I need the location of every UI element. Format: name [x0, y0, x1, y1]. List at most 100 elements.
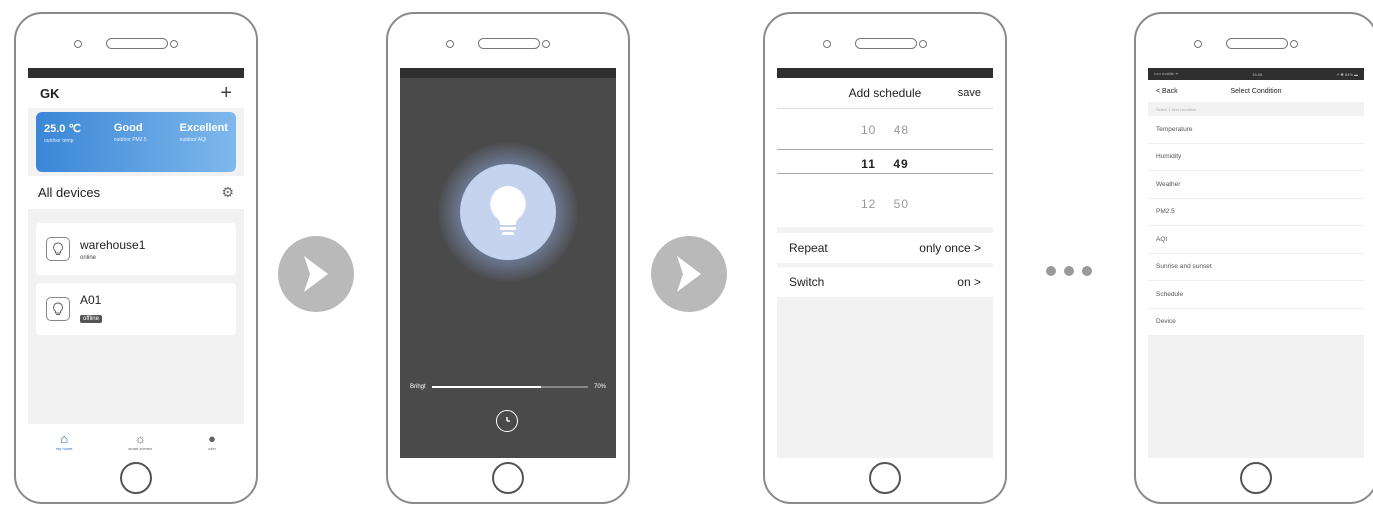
bulb-icon [46, 297, 70, 321]
repeat-value: only once > [919, 241, 981, 255]
status-right: ↗ ✱ 84% ▬ [1335, 71, 1358, 77]
condition-header: Select Condition < Back [1148, 80, 1364, 102]
status-bar: ••••• mobile ᯤ 16:06 ↗ ✱ 84% ▬ [1148, 68, 1364, 80]
brightness-slider-fill [431, 386, 542, 388]
condition-item-humidity[interactable]: Humidity [1148, 143, 1364, 171]
device-card-warehouse1[interactable]: warehouse1 online [36, 223, 236, 275]
picker-hour: 10 [860, 123, 877, 137]
camera [446, 40, 454, 48]
camera [74, 40, 82, 48]
picker-hour: 12 [860, 197, 877, 211]
speaker [106, 38, 168, 49]
chevron-right-icon [304, 256, 328, 292]
time-picker[interactable]: 10 48 11 49 12 50 [777, 109, 993, 227]
add-button[interactable]: + [220, 82, 232, 105]
home-screen: GK + 25.0 ℃ outdoor temp Good outdoor PM… [28, 68, 244, 458]
page-title: Add schedule [848, 86, 922, 100]
next-arrow [278, 236, 354, 312]
condition-item-sunrise-sunset[interactable]: Sunrise and sunset [1148, 253, 1364, 281]
sensor [1290, 40, 1298, 48]
picker-row-selected[interactable]: 11 49 [777, 157, 993, 171]
status-bar [400, 68, 616, 78]
condition-item-device[interactable]: Device [1148, 308, 1364, 336]
ellipsis-icon [1046, 266, 1092, 276]
sensor [170, 40, 178, 48]
home-button [120, 462, 152, 494]
tab-label: my home [55, 446, 73, 451]
light-toggle-button[interactable] [460, 164, 556, 260]
back-button[interactable]: < Back [1156, 88, 1178, 95]
device-card-a01[interactable]: A01 offline [36, 283, 236, 335]
home-header: GK + [28, 78, 244, 108]
home-icon: ⌂ [60, 431, 69, 446]
sensor [919, 40, 927, 48]
condition-item-pm25[interactable]: PM2.5 [1148, 198, 1364, 226]
status-bar [28, 68, 244, 78]
all-devices-header: All devices ⚙ [28, 176, 244, 209]
sensor [542, 40, 550, 48]
switch-label: Switch [789, 275, 825, 289]
status-bar [777, 68, 993, 78]
weather-aqi-label: outdoor AQI [179, 137, 207, 143]
picker-divider [777, 173, 993, 174]
sun-icon: ☼ [134, 431, 147, 446]
all-devices-label: All devices [38, 185, 101, 200]
switch-value: on > [957, 275, 981, 289]
phone-home: GK + 25.0 ℃ outdoor temp Good outdoor PM… [14, 12, 258, 504]
phone-add-schedule: Add schedule save 10 48 11 49 12 50 Repe… [763, 12, 1007, 504]
picker-minute: 48 [893, 123, 910, 137]
picker-hour: 11 [861, 157, 876, 171]
weather-temp-label: outdoor temp [44, 138, 74, 144]
tab-smart-scenes[interactable]: ☼ smart scenes [128, 431, 152, 451]
device-status-offline-badge: offline [80, 315, 102, 323]
camera [823, 40, 831, 48]
switch-row[interactable]: Switch on > [777, 267, 993, 297]
weather-pm-value: Good [113, 122, 143, 134]
speaker [855, 38, 917, 49]
picker-minute: 50 [893, 197, 910, 211]
condition-screen: ••••• mobile ᯤ 16:06 ↗ ✱ 84% ▬ Select Co… [1148, 68, 1364, 458]
condition-item-aqi[interactable]: AQI [1148, 226, 1364, 254]
weather-temp-value: 25.0 ℃ [44, 123, 81, 135]
tab-bar: ⌂ my home ☼ smart scenes ● user [28, 424, 244, 458]
condition-hint: Select 1 kind condition [1148, 102, 1364, 116]
device-name: A01 [80, 293, 102, 307]
next-arrow [651, 236, 727, 312]
clock-icon[interactable] [496, 410, 518, 432]
repeat-row[interactable]: Repeat only once > [777, 233, 993, 263]
weather-aqi-value: Excellent [179, 122, 228, 134]
device-status: online [80, 254, 97, 261]
picker-row[interactable]: 10 48 [777, 123, 993, 137]
brightness-row: Brihgt 70% [410, 384, 606, 390]
tab-my-home[interactable]: ⌂ my home [56, 431, 72, 451]
bulb-icon [490, 186, 526, 235]
picker-row[interactable]: 12 50 [777, 197, 993, 211]
condition-item-weather[interactable]: Weather [1148, 171, 1364, 199]
status-carrier: ••••• mobile ᯤ [1154, 71, 1179, 76]
home-button [869, 462, 901, 494]
tab-user[interactable]: ● user [208, 431, 216, 451]
picker-divider [777, 149, 993, 150]
camera [1194, 40, 1202, 48]
brightness-slider[interactable] [431, 386, 588, 388]
condition-item-temperature[interactable]: Temperature [1148, 116, 1364, 144]
brightness-value: 70% [593, 384, 606, 390]
weather-card: 25.0 ℃ outdoor temp Good outdoor PM2.5 E… [36, 112, 236, 172]
tab-label: smart scenes [128, 446, 153, 451]
chevron-right-icon [677, 256, 701, 292]
light-screen: Brihgt 70% [400, 68, 616, 458]
weather-pm: Good outdoor PM2.5 [114, 122, 147, 162]
gear-icon[interactable]: ⚙ [221, 184, 234, 201]
repeat-label: Repeat [789, 241, 828, 255]
status-time: 16:06 [1252, 71, 1263, 77]
speaker [478, 38, 540, 49]
schedule-screen: Add schedule save 10 48 11 49 12 50 Repe… [777, 68, 993, 458]
user-icon: ● [208, 431, 216, 446]
phone-light-control: Brihgt 70% [386, 12, 630, 504]
save-button[interactable]: save [958, 87, 981, 99]
home-button [1240, 462, 1272, 494]
home-title: GK [40, 85, 60, 101]
weather-temp: 25.0 ℃ outdoor temp [44, 122, 81, 162]
brightness-label: Brihgt [410, 384, 426, 390]
condition-item-schedule[interactable]: Schedule [1148, 281, 1364, 309]
